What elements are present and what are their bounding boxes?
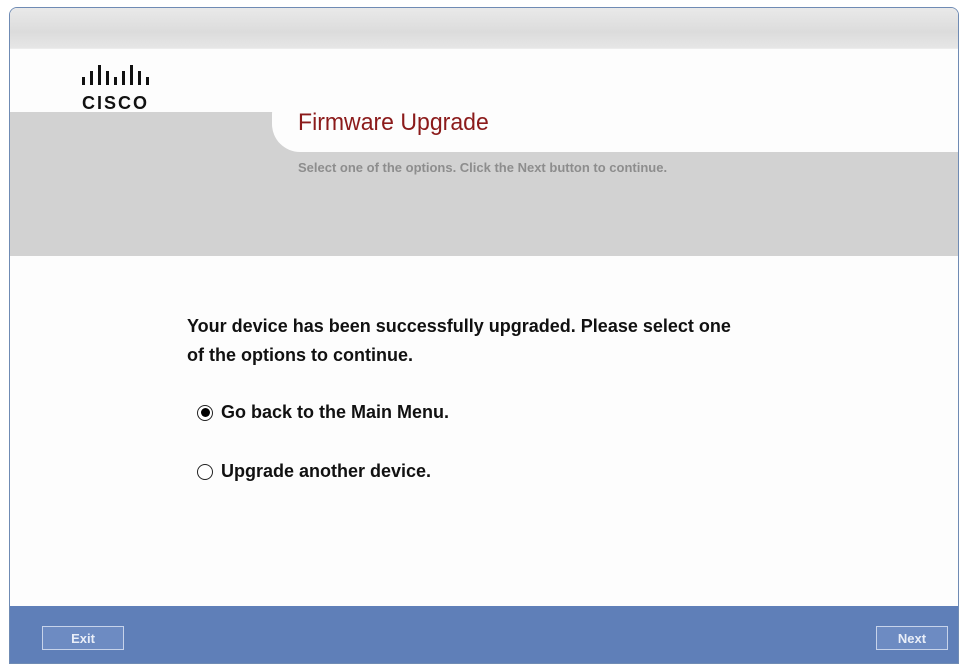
status-message-line-2: of the options to continue. [187, 345, 413, 365]
cisco-bars-icon [82, 65, 149, 85]
option-main-menu-label: Go back to the Main Menu. [221, 402, 450, 422]
option-upgrade-another-label: Upgrade another device. [221, 461, 432, 481]
radio-main-menu[interactable] [197, 404, 213, 421]
content-area [10, 256, 958, 606]
option-upgrade-another[interactable]: Upgrade another device. [197, 461, 431, 482]
radio-upgrade-another[interactable] [197, 463, 213, 480]
page-title: Firmware Upgrade [298, 109, 489, 136]
footer-bar: Exit Next [10, 606, 958, 663]
installer-window: CISCO Firmware Upgrade Select one of the… [9, 7, 959, 664]
page-subtitle: Select one of the options. Click the Nex… [298, 160, 668, 175]
cisco-wordmark: CISCO [82, 93, 150, 113]
window-top-bar [10, 8, 958, 49]
cisco-logo: CISCO [80, 63, 190, 113]
exit-button[interactable]: Exit [42, 626, 124, 650]
status-message: Your device has been successfully upgrad… [187, 312, 827, 370]
status-message-line-1: Your device has been successfully upgrad… [187, 316, 731, 336]
next-button[interactable]: Next [876, 626, 948, 650]
radio-selected-dot [200, 408, 210, 417]
option-main-menu[interactable]: Go back to the Main Menu. [197, 402, 449, 423]
